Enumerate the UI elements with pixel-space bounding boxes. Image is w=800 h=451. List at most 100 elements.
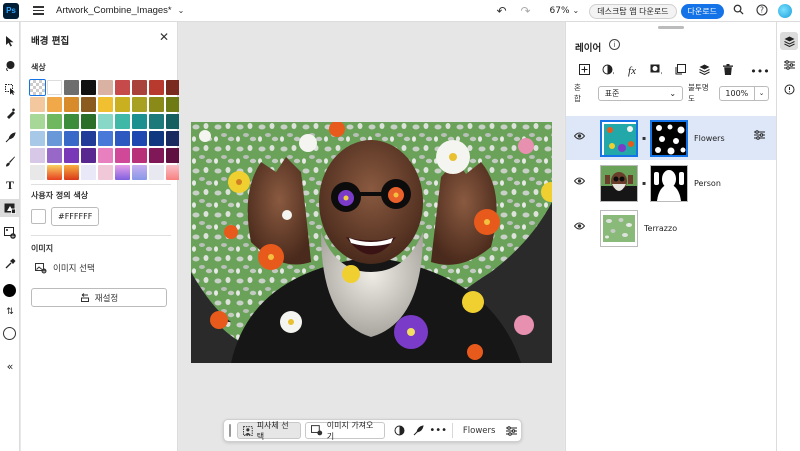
color-swatch[interactable] xyxy=(115,165,130,180)
color-swatch[interactable] xyxy=(64,97,79,112)
color-swatch[interactable] xyxy=(47,148,62,163)
adjustment-icon[interactable] xyxy=(389,422,409,439)
visibility-eye-icon[interactable] xyxy=(573,222,586,233)
brush-tool-icon[interactable] xyxy=(0,152,20,170)
layer-thumbnail[interactable] xyxy=(600,165,638,202)
type-tool-icon[interactable]: T xyxy=(0,176,20,194)
chevron-down-icon[interactable]: ⌄ xyxy=(755,85,769,101)
add-layer-icon[interactable] xyxy=(572,64,596,78)
color-swatch[interactable] xyxy=(115,148,130,163)
menu-icon[interactable] xyxy=(33,6,44,15)
layer-row-terrazzo[interactable]: Terrazzo xyxy=(566,206,776,250)
color-swatch[interactable] xyxy=(149,148,164,163)
layer-effects-icon[interactable]: fx xyxy=(620,65,644,77)
color-swatch[interactable] xyxy=(149,114,164,129)
artwork-canvas[interactable] xyxy=(191,122,552,363)
layer-thumbnail[interactable] xyxy=(600,210,638,247)
color-swatch[interactable] xyxy=(98,80,113,95)
layer-mask-thumbnail[interactable] xyxy=(650,120,688,157)
color-swatch[interactable] xyxy=(98,97,113,112)
download-button[interactable]: 다운로드 xyxy=(680,3,724,19)
link-icon[interactable]: ▪ xyxy=(642,135,646,142)
document-title[interactable]: Artwork_Combine_Images* xyxy=(56,5,172,16)
color-swatch[interactable] xyxy=(98,114,113,129)
color-swatch[interactable] xyxy=(47,97,62,112)
color-swatch[interactable] xyxy=(132,131,147,146)
swap-colors-icon[interactable]: ⇅ xyxy=(0,303,20,321)
search-icon[interactable] xyxy=(728,4,748,18)
color-swatch[interactable] xyxy=(149,97,164,112)
color-swatch[interactable] xyxy=(81,165,96,180)
layer-stack-icon[interactable] xyxy=(692,64,716,78)
color-swatch[interactable] xyxy=(98,131,113,146)
color-swatch[interactable] xyxy=(64,165,79,180)
lasso-tool-icon[interactable] xyxy=(0,56,20,74)
color-swatch[interactable] xyxy=(81,80,96,95)
layer-name[interactable]: Terrazzo xyxy=(644,224,677,233)
more-options-icon[interactable]: ••• xyxy=(748,65,772,78)
image-import-icon[interactable]: + xyxy=(0,224,20,242)
color-swatch[interactable] xyxy=(47,114,62,129)
quick-actions-icon[interactable] xyxy=(409,422,429,439)
adjustment-layer-icon[interactable]: ▾ xyxy=(596,64,620,78)
custom-color-swatch[interactable] xyxy=(31,209,46,224)
help-icon[interactable]: ? xyxy=(752,3,772,19)
background-edit-icon[interactable] xyxy=(0,199,20,217)
color-swatch[interactable] xyxy=(81,131,96,146)
color-swatch[interactable] xyxy=(115,114,130,129)
color-swatch[interactable] xyxy=(132,97,147,112)
layer-name[interactable]: Flowers xyxy=(694,134,725,143)
layer-row-person[interactable]: ▪ Person xyxy=(566,161,776,205)
color-swatch[interactable] xyxy=(132,148,147,163)
layers-panel-icon[interactable] xyxy=(780,32,798,50)
color-swatch[interactable] xyxy=(64,114,79,129)
redo-icon[interactable]: ↷ xyxy=(516,4,536,18)
quick-actions-icon[interactable] xyxy=(0,128,20,146)
layer-row-flowers[interactable]: ▪ Flowers xyxy=(566,116,776,160)
color-swatch[interactable] xyxy=(30,97,45,112)
background-color-swatch[interactable] xyxy=(3,327,16,340)
clipping-mask-icon[interactable] xyxy=(668,64,692,78)
healing-brush-icon[interactable] xyxy=(0,104,20,122)
link-icon[interactable]: ▪ xyxy=(642,180,646,187)
visibility-eye-icon[interactable] xyxy=(573,132,586,143)
zoom-dropdown[interactable]: 67% ⌄ xyxy=(550,6,580,16)
layer-properties-icon[interactable] xyxy=(754,130,765,143)
color-swatch[interactable] xyxy=(132,165,147,180)
move-tool-icon[interactable] xyxy=(0,32,20,50)
color-swatch[interactable] xyxy=(47,80,62,95)
blend-mode-select[interactable]: 표준 ⌄ xyxy=(597,85,684,101)
color-swatch[interactable] xyxy=(115,131,130,146)
color-swatch[interactable] xyxy=(64,131,79,146)
color-swatch[interactable] xyxy=(149,165,164,180)
color-swatch[interactable] xyxy=(132,114,147,129)
color-swatch[interactable] xyxy=(30,114,45,129)
chevron-down-icon[interactable]: ⌄ xyxy=(178,6,185,15)
layer-properties-icon[interactable] xyxy=(501,422,521,439)
import-image-button[interactable]: 이미지 가져오기 xyxy=(305,421,386,441)
color-swatch[interactable] xyxy=(149,80,164,95)
layer-name[interactable]: Person xyxy=(694,179,721,188)
transparent-swatch[interactable] xyxy=(29,79,46,96)
opacity-input[interactable]: 100% xyxy=(719,85,756,101)
hex-color-field[interactable]: #FFFFFF xyxy=(51,207,99,226)
undo-icon[interactable]: ↶ xyxy=(492,4,512,18)
color-swatch[interactable] xyxy=(64,80,79,95)
discover-panel-icon[interactable] xyxy=(780,80,798,98)
color-swatch[interactable] xyxy=(47,131,62,146)
avatar[interactable] xyxy=(778,4,792,18)
more-options-icon[interactable]: ••• xyxy=(428,422,448,439)
layer-thumbnail[interactable] xyxy=(600,120,638,157)
color-swatch[interactable] xyxy=(30,148,45,163)
color-swatch[interactable] xyxy=(64,148,79,163)
collapse-panel-icon[interactable]: « xyxy=(0,357,20,375)
delete-layer-icon[interactable] xyxy=(716,64,740,78)
desktop-app-download-button[interactable]: 데스크탑 앱 다운로드 xyxy=(589,3,677,19)
drag-handle[interactable] xyxy=(229,424,231,437)
color-swatch[interactable] xyxy=(81,148,96,163)
color-swatch[interactable] xyxy=(30,165,45,180)
color-swatch[interactable] xyxy=(81,97,96,112)
info-icon[interactable]: i xyxy=(609,39,620,50)
color-swatch[interactable] xyxy=(98,148,113,163)
color-swatch[interactable] xyxy=(132,80,147,95)
